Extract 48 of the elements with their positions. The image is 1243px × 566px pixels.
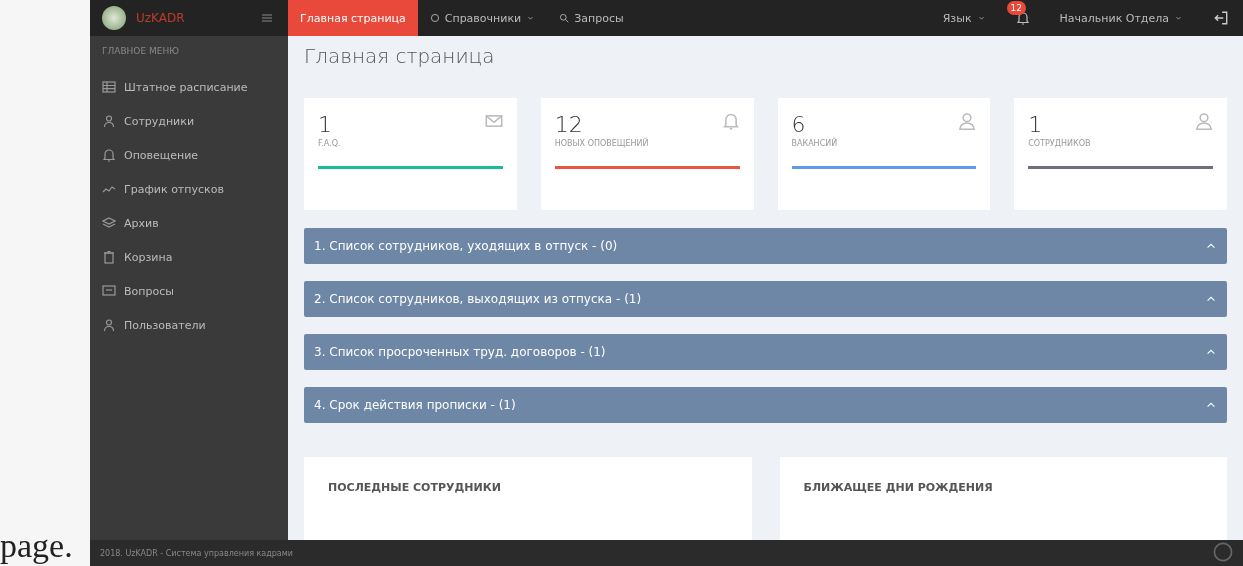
widget-title: ПОСЛЕДНЫЕ СОТРУДНИКИ [328,481,501,494]
user-icon [1195,112,1213,130]
bell-icon [102,148,116,162]
emblem-logo [102,6,126,30]
nav-tab[interactable]: Главная страница [288,0,418,36]
accordion-header[interactable]: 1. Список сотрудников, уходящих в отпуск - (0) [304,228,1227,264]
search-icon [559,13,570,23]
nav-tab[interactable]: Запросы [547,0,636,36]
stat-label: НОВЫХ ОПОВЕЩЕНИЙ [554,139,650,148]
page-text: page. [0,526,73,566]
users-icon [102,114,116,128]
nav-tab[interactable]: Справочники [417,0,548,36]
stat-label: СОТРУДНИКОВ [1028,139,1092,148]
trash-icon [102,250,116,264]
stat-value: 6 [791,112,806,137]
accordion-header[interactable]: 3. Список просроченных труд. договоров - (1) [304,334,1227,370]
sidebar-item[interactable]: Сотрудники [90,104,288,138]
sidebar-item[interactable]: Архив [90,206,288,240]
layers-icon [102,216,116,230]
accordion-header[interactable]: 4. Срок действия прописки - (1) [304,387,1227,423]
grid-icon [102,80,116,94]
menu-heading: ГЛАВНОЕ МЕНЮ [101,46,180,58]
footer-text: 2018. UzKADR - Система управления кадрами [100,548,293,558]
sidebar-item[interactable]: График отпусков [90,172,288,206]
sidebar-item[interactable]: Штатное расписание [90,70,288,104]
sidebar-item[interactable]: Корзина [90,240,288,274]
widget-title: БЛИЖАЩЕЕ ДНИ РОЖДЕНИЯ [803,481,993,494]
menu-icon [260,11,274,25]
notification-badge: 12 [1006,1,1026,15]
user-icon [958,112,977,130]
bell-icon [721,112,740,130]
stat-value: 12 [554,112,583,137]
envelope-icon [484,112,503,130]
stat-value: 1 [1028,112,1043,137]
sidebar-item[interactable]: Вопросы [90,274,288,308]
language-dropdown[interactable]: Язык [930,0,998,36]
logout-icon [1213,10,1229,26]
page-title: Главная страница [304,44,496,68]
sidebar-item[interactable]: Оповещение [90,138,288,172]
sidebar-item[interactable]: Пользователи [90,308,288,342]
message-icon [102,284,116,298]
users-icon [102,318,116,332]
bell-icon [1015,11,1030,25]
stat-label: ВАКАНСИЙ [791,139,839,148]
stat-label: F.A.Q. [318,139,342,148]
accordion-header[interactable]: 2. Список сотрудников, выходящих из отпуска - (1) [304,281,1227,317]
stat-value: 1 [318,112,332,137]
user-dropdown[interactable]: Начальник Отдела [1047,0,1195,36]
